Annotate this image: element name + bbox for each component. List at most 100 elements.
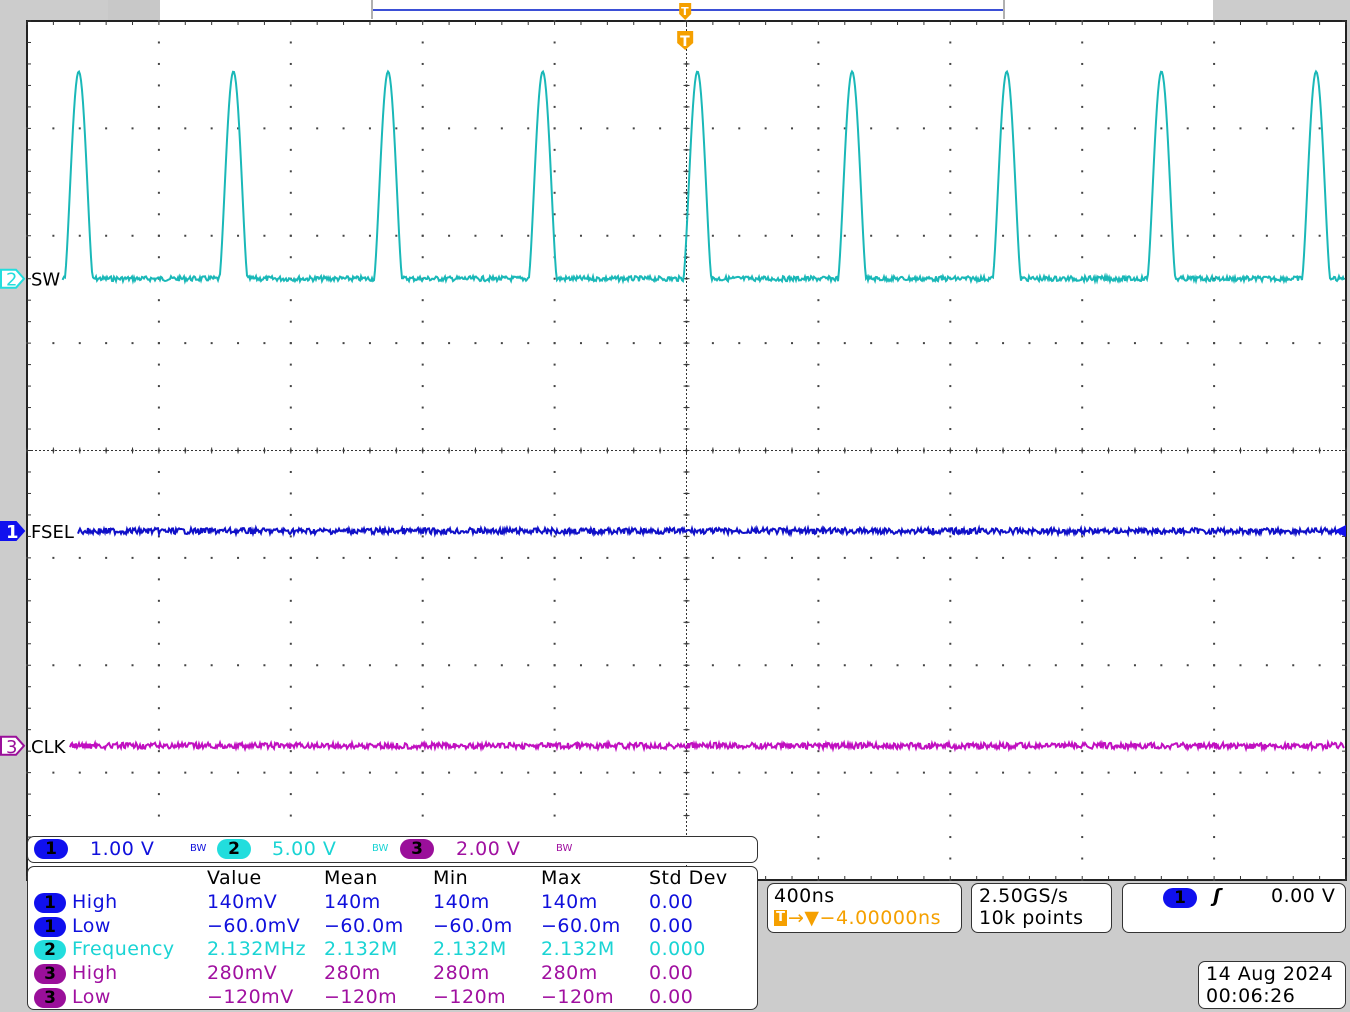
grid-dot <box>1239 771 1242 774</box>
channel-1-ground-marker[interactable]: 1 <box>0 521 26 543</box>
grid-dot <box>817 84 820 87</box>
grid-dot <box>157 84 160 87</box>
grid-dot <box>579 556 582 559</box>
grid-dot <box>421 535 424 538</box>
grid-dot <box>395 127 398 130</box>
grid-dot <box>922 771 925 774</box>
grid-dot <box>1318 771 1321 774</box>
grid-dot <box>764 127 767 130</box>
grid-dot <box>157 470 160 473</box>
grid-dot <box>131 342 134 345</box>
grid-dot <box>1081 170 1084 173</box>
measurement-channel-badge: 2 <box>34 940 66 961</box>
grid-dot <box>1054 234 1057 237</box>
grid-dot <box>289 191 292 194</box>
measurement-value: −120mV <box>207 985 294 1008</box>
grid-dot <box>791 771 794 774</box>
grid-dot <box>210 342 213 345</box>
grid-dot <box>289 771 292 774</box>
grid-dot <box>1054 556 1057 559</box>
grid-dot <box>738 771 741 774</box>
grid-dot <box>527 342 530 345</box>
grid-dot <box>157 213 160 216</box>
grid-dot <box>1081 256 1084 259</box>
grid-dot <box>1002 771 1005 774</box>
grid-dot <box>421 578 424 581</box>
grid-dot <box>421 127 424 130</box>
grid-dot <box>1081 556 1084 559</box>
grid-dot <box>553 428 556 431</box>
channel-3-badge[interactable]: 3 <box>400 839 434 859</box>
grid-dot <box>527 771 530 774</box>
grid-dot <box>52 234 55 237</box>
header-mean: Mean <box>324 867 378 889</box>
grid-dot <box>157 127 160 130</box>
grid-dot <box>527 556 530 559</box>
grid-dot <box>817 492 820 495</box>
grid-dot <box>791 664 794 667</box>
measurement-max: 140m <box>541 891 598 913</box>
grid-dot <box>843 556 846 559</box>
grid-dot <box>817 148 820 151</box>
grid-dot <box>870 342 873 345</box>
grid-dot <box>949 320 952 323</box>
channel-marker-number: 2 <box>6 270 17 291</box>
grid-dot <box>1081 836 1084 839</box>
grid-dot <box>157 685 160 688</box>
channel-2-scale: 5.00 V <box>272 838 337 860</box>
grid-dot <box>606 664 609 667</box>
grid-dot <box>316 234 319 237</box>
grid-dot <box>817 664 820 667</box>
grid-dot <box>817 170 820 173</box>
grid-dot <box>421 728 424 731</box>
measurement-min: −120m <box>433 985 507 1008</box>
grid-dot <box>395 664 398 667</box>
grid-dot <box>553 385 556 388</box>
grid-dot <box>1292 342 1295 345</box>
grid-dot <box>553 62 556 65</box>
measurement-std-dev: 0.00 <box>649 985 694 1008</box>
grid-dot <box>553 191 556 194</box>
grid-dot <box>817 599 820 602</box>
grid-dot <box>1213 728 1216 731</box>
grid-dot <box>791 556 794 559</box>
grid-dot <box>1186 342 1189 345</box>
grid-dot <box>1081 41 1084 44</box>
grid-dot <box>1318 664 1321 667</box>
grid-dot <box>1186 664 1189 667</box>
grid-dot <box>263 127 266 130</box>
grid-dot <box>474 234 477 237</box>
channel-2-ground-marker[interactable]: 2 <box>0 268 26 291</box>
grid-dot <box>289 535 292 538</box>
grid-dot <box>368 664 371 667</box>
grid-dot <box>52 664 55 667</box>
grid-dot <box>263 234 266 237</box>
grid-dot <box>817 234 820 237</box>
grid-dot <box>184 127 187 130</box>
measurement-mean: 140m <box>324 891 381 913</box>
grid-dot <box>421 771 424 774</box>
grid-dot <box>1292 556 1295 559</box>
trigger-source-badge[interactable]: 1 <box>1163 888 1197 908</box>
grid-dot <box>421 621 424 624</box>
grid-dot <box>1081 599 1084 602</box>
grid-dot <box>817 342 820 345</box>
measurement-value: 2.132MHz <box>207 938 307 961</box>
grid-dot <box>1213 320 1216 323</box>
grid-dot <box>1054 771 1057 774</box>
channel-1-badge[interactable]: 1 <box>34 839 68 859</box>
grid-dot <box>711 127 714 130</box>
channel-3-scale: 2.00 V <box>456 838 521 860</box>
grid-dot <box>78 664 81 667</box>
channel-3-ground-marker[interactable]: 3 <box>0 735 26 758</box>
grid-dot <box>289 814 292 817</box>
grid-dot <box>421 664 424 667</box>
grid-dot <box>78 556 81 559</box>
grid-dot <box>553 599 556 602</box>
header-max: Max <box>541 867 582 889</box>
channel-3-bw-icon: BW <box>556 843 573 854</box>
grid-dot <box>316 556 319 559</box>
channel-2-badge[interactable]: 2 <box>217 839 251 859</box>
grid-dot <box>1081 492 1084 495</box>
grid-dot <box>448 127 451 130</box>
